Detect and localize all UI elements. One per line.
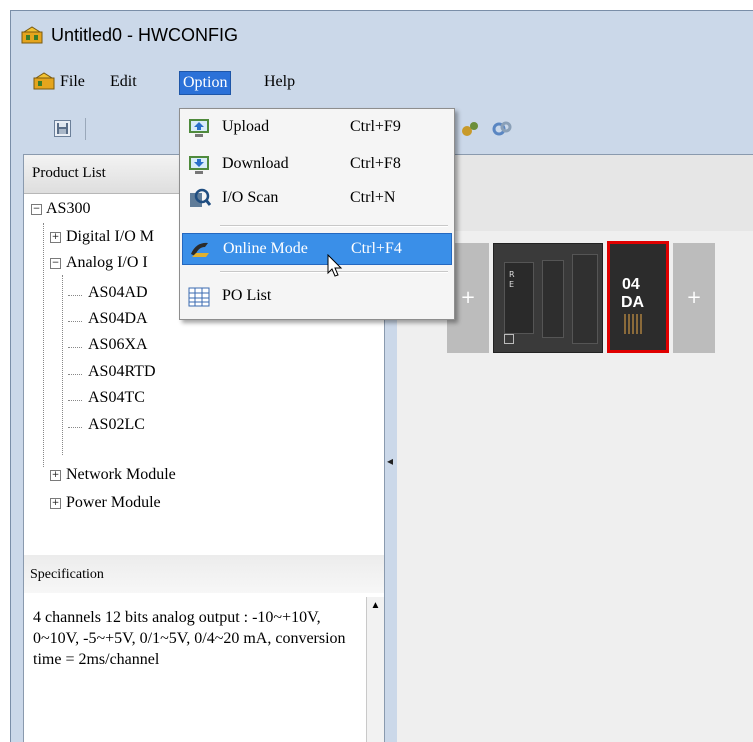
menu-item-io-scan[interactable]: I/O Scan Ctrl+N: [182, 183, 452, 215]
menu-item-upload[interactable]: Upload Ctrl+F9: [182, 112, 452, 144]
menu-item-label: Download: [222, 155, 289, 172]
add-slot-right-button[interactable]: +: [673, 243, 715, 353]
window-title: Untitled0 - HWCONFIG: [51, 25, 239, 45]
tree-line: [62, 275, 63, 455]
tree-line: [68, 400, 82, 401]
specification-box: 4 channels 12 bits analog output : -10~+…: [24, 593, 384, 742]
tree-item-as02lc[interactable]: AS02LC: [88, 415, 145, 435]
module-terminal: [624, 314, 644, 334]
menu-item-shortcut: Ctrl+F9: [350, 118, 401, 135]
expand-icon[interactable]: +: [50, 232, 61, 243]
menu-help-label: Help: [264, 73, 296, 90]
menu-item-shortcut: Ctrl+N: [350, 189, 396, 206]
menu-item-label: Online Mode: [223, 240, 308, 257]
tree-item-label: AS04TC: [88, 389, 145, 406]
option-dropdown-menu: Upload Ctrl+F9 Download Ctrl+F8 I/O Scan…: [179, 108, 455, 320]
tree-item-label: Analog I/O I: [66, 254, 148, 271]
tree-item-as04ad[interactable]: AS04AD: [88, 283, 148, 303]
specification-header: Specification: [24, 555, 384, 593]
menu-item-online-mode[interactable]: Online Mode Ctrl+F4: [182, 233, 452, 265]
expand-icon[interactable]: +: [50, 470, 61, 481]
io-scan-icon: [187, 187, 212, 211]
collapse-icon[interactable]: −: [31, 204, 42, 215]
tree-line: [68, 427, 82, 428]
menu-file-label: File: [60, 73, 85, 90]
menu-item-label: PO List: [222, 287, 272, 304]
tree-item-label: Power Module: [66, 494, 161, 511]
online-mode-icon: [188, 238, 212, 262]
menu-help[interactable]: Help: [261, 71, 298, 93]
specification-text: 4 channels 12 bits analog output : -10~+…: [33, 609, 346, 668]
menu-separator: [220, 225, 448, 227]
menu-item-download[interactable]: Download Ctrl+F8: [182, 149, 452, 181]
toolbar-separator: [85, 118, 86, 140]
menu-option-label: Option: [183, 74, 228, 91]
cpu-module[interactable]: RE: [493, 243, 603, 353]
product-list-title: Product List: [32, 165, 106, 181]
tree-item-label: AS04RTD: [88, 363, 156, 380]
settings-icon[interactable]: [460, 119, 480, 139]
menu-edit-label: Edit: [110, 73, 137, 90]
cpu-slot: [542, 260, 564, 338]
tree-line: [43, 223, 44, 467]
svg-text:E: E: [509, 280, 514, 289]
menu-item-shortcut: Ctrl+F8: [350, 155, 401, 172]
hwconfig-app-icon: [21, 26, 43, 44]
module-label-bottom: DA: [621, 294, 645, 311]
as04da-module[interactable]: 04 DA: [607, 241, 669, 353]
download-icon: [187, 153, 211, 177]
tree-line: [68, 295, 82, 296]
tree-item-label: Digital I/O M: [66, 228, 154, 245]
file-menu-icon: [33, 72, 55, 90]
tree-item-label: AS300: [46, 200, 91, 217]
tree-item-label: Network Module: [66, 466, 176, 483]
menu-item-label: Upload: [222, 118, 270, 135]
menu-option[interactable]: Option: [179, 71, 232, 95]
svg-text:R: R: [509, 270, 515, 279]
tree-item-label: AS02LC: [88, 416, 145, 433]
cpu-led: [504, 334, 514, 344]
upload-icon: [187, 116, 211, 140]
save-icon[interactable]: [54, 120, 71, 137]
scroll-down-icon[interactable]: ▼: [367, 738, 384, 742]
expand-icon[interactable]: +: [50, 498, 61, 509]
menu-item-shortcut: Ctrl+F4: [351, 240, 402, 257]
specification-title: Specification: [30, 567, 104, 582]
cpu-panel: RE: [504, 262, 534, 334]
app-window: Untitled0 - HWCONFIG File Edit Option He…: [10, 10, 753, 742]
tree-item-as04da[interactable]: AS04DA: [88, 309, 148, 329]
scroll-up-icon[interactable]: ▲: [367, 597, 384, 614]
tree-item-as06xa[interactable]: AS06XA: [88, 335, 148, 355]
mouse-cursor-icon: [327, 253, 343, 283]
collapse-icon[interactable]: −: [50, 258, 61, 269]
cpu-connector: [572, 254, 598, 344]
sync-icon[interactable]: [491, 119, 513, 139]
menu-item-label: I/O Scan: [222, 189, 279, 206]
collapse-left-icon[interactable]: ◂: [387, 454, 393, 469]
title-bar: Untitled0 - HWCONFIG: [11, 11, 753, 59]
tree-item-label: AS04AD: [88, 284, 148, 301]
menu-edit[interactable]: Edit: [107, 71, 140, 93]
tree-line: [68, 321, 82, 322]
menu-item-po-list[interactable]: PO List: [182, 281, 452, 313]
menu-file[interactable]: File: [57, 71, 88, 93]
tree-item-as04tc[interactable]: AS04TC: [88, 388, 145, 408]
po-list-icon: [187, 285, 211, 309]
tree-item-label: AS06XA: [88, 336, 148, 353]
module-label-top: 04: [622, 276, 640, 293]
tree-item-as04rtd[interactable]: AS04RTD: [88, 362, 156, 382]
tree-line: [68, 374, 82, 375]
specification-scrollbar[interactable]: ▲ ▼: [366, 597, 384, 742]
tree-line: [68, 347, 82, 348]
tree-item-label: AS04DA: [88, 310, 148, 327]
